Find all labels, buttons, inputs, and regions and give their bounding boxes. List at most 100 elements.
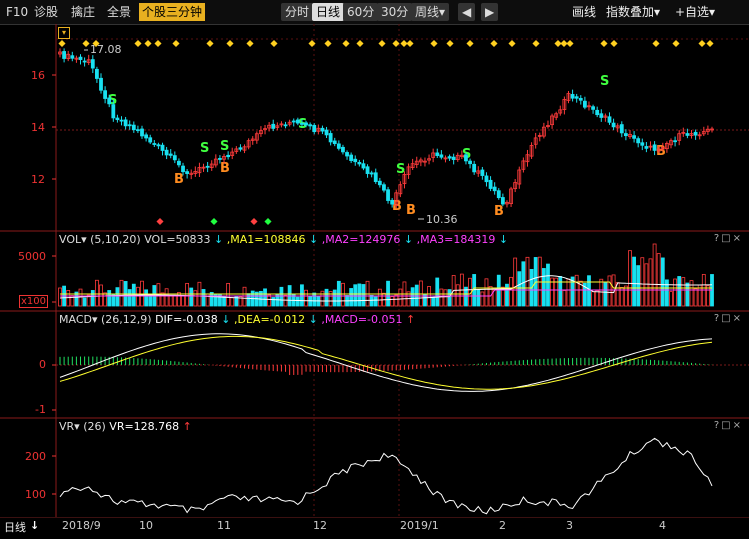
vol-ma1: ,MA1=108846 xyxy=(226,233,306,246)
x-label: 10 xyxy=(139,519,153,532)
candlestick xyxy=(464,154,468,162)
vr-header: VR▾ (26) VR=128.768 ↑ xyxy=(59,420,192,434)
volume-bar xyxy=(521,261,526,307)
candlestick xyxy=(365,166,370,174)
volume-bar xyxy=(644,263,649,307)
candlestick xyxy=(99,77,103,91)
volume-bar xyxy=(341,282,345,307)
signal-diamond xyxy=(246,39,254,48)
candlestick xyxy=(472,163,477,173)
signal-diamond xyxy=(392,39,400,48)
candlestick xyxy=(164,149,169,156)
signal-diamond xyxy=(466,39,474,48)
candlestick xyxy=(123,119,128,127)
volume-bar xyxy=(168,295,173,307)
candlestick xyxy=(328,133,333,143)
vol-name[interactable]: VOL▾ xyxy=(59,233,87,246)
macd-name[interactable]: MACD▾ xyxy=(59,313,98,326)
candlestick xyxy=(308,124,313,127)
price-tick-12: 12 xyxy=(31,173,45,186)
candlestick xyxy=(218,158,222,160)
candlestick xyxy=(90,59,95,69)
vr-tick-200: 200 xyxy=(25,450,46,463)
signal-diamond xyxy=(532,39,540,48)
volume-bar xyxy=(476,289,481,307)
signal-markers: SSSSSSSBBBBBB xyxy=(58,39,714,226)
volume-bar xyxy=(226,283,231,307)
volume-bar xyxy=(435,277,440,307)
volume-bar xyxy=(562,290,567,307)
vr-line xyxy=(59,437,713,515)
signal-diamond xyxy=(430,39,438,48)
candlestick xyxy=(345,152,349,157)
buy-signal: B xyxy=(494,204,504,219)
volume-bar xyxy=(58,287,62,307)
period-label[interactable]: 日线 xyxy=(4,519,26,535)
volume-bar xyxy=(377,288,382,307)
volume-bar xyxy=(689,280,694,307)
x-axis-bar xyxy=(0,517,749,539)
volume-bar xyxy=(181,295,185,307)
volume-bar xyxy=(599,278,604,307)
candlestick xyxy=(353,158,358,163)
candlestick xyxy=(119,119,124,122)
vr-name[interactable]: VR▾ xyxy=(59,420,80,433)
candlestick xyxy=(62,51,67,59)
volume-bar xyxy=(681,277,686,307)
candlestick xyxy=(377,180,382,186)
candlestick xyxy=(390,199,395,205)
down-arrow-icon: ↓ xyxy=(221,313,231,326)
candlestick xyxy=(271,123,276,129)
vol-panel-controls[interactable]: ?□× xyxy=(714,233,743,244)
volume-bar xyxy=(357,283,362,307)
volume-bar xyxy=(595,290,600,307)
candlestick xyxy=(623,133,628,137)
signal-diamond xyxy=(58,39,66,48)
candlestick xyxy=(439,154,444,158)
volume-bar xyxy=(107,290,112,307)
volume-bar xyxy=(177,292,181,307)
volume-bar xyxy=(267,294,272,307)
vol-tick-5000: 5000 xyxy=(18,250,46,263)
vr-value: VR=128.768 xyxy=(109,420,180,433)
candlestick xyxy=(185,171,190,174)
volume-bar xyxy=(127,289,132,307)
volume-bar xyxy=(410,287,415,307)
kline-chart[interactable]: SSSSSSSBBBBBB xyxy=(0,0,749,538)
volume-bar xyxy=(349,288,354,307)
candlestick xyxy=(574,96,579,99)
vr-panel-controls[interactable]: ?□× xyxy=(714,420,743,431)
macd-dea: ,DEA=-0.012 xyxy=(234,313,306,326)
candlestick xyxy=(480,169,485,176)
volume-bar xyxy=(496,274,501,307)
volume-bar xyxy=(431,296,436,307)
down-arrow-icon: ↓ xyxy=(30,519,40,532)
signal-diamond xyxy=(672,39,680,48)
candlestick xyxy=(226,154,231,158)
collapse-arrow-icon[interactable]: ▾ xyxy=(58,27,70,39)
candlestick xyxy=(673,140,677,143)
candlestick xyxy=(693,131,698,136)
x-label: 2019/1 xyxy=(400,519,439,532)
volume-bar xyxy=(693,288,698,307)
buy-signal: B xyxy=(174,172,184,187)
macd-macd: ,MACD=-0.051 xyxy=(321,313,403,326)
signal-diamond xyxy=(210,217,218,226)
volume-bar xyxy=(480,291,485,307)
candlestick xyxy=(435,152,440,156)
volume-bar xyxy=(652,243,657,307)
candlestick xyxy=(156,144,161,147)
candlestick xyxy=(177,160,181,166)
macd-panel-controls[interactable]: ?□× xyxy=(714,313,743,324)
candlestick xyxy=(300,123,304,125)
candlestick xyxy=(468,160,472,165)
volume-bar xyxy=(484,278,489,307)
candlestick xyxy=(238,147,243,150)
candlestick xyxy=(382,184,386,191)
up-arrow-icon: ↑ xyxy=(406,313,416,326)
volume-bar xyxy=(447,289,452,307)
volume-bar xyxy=(320,290,325,307)
signal-diamond xyxy=(156,217,164,226)
candlestick xyxy=(341,146,345,153)
vr-tick-100: 100 xyxy=(25,488,46,501)
